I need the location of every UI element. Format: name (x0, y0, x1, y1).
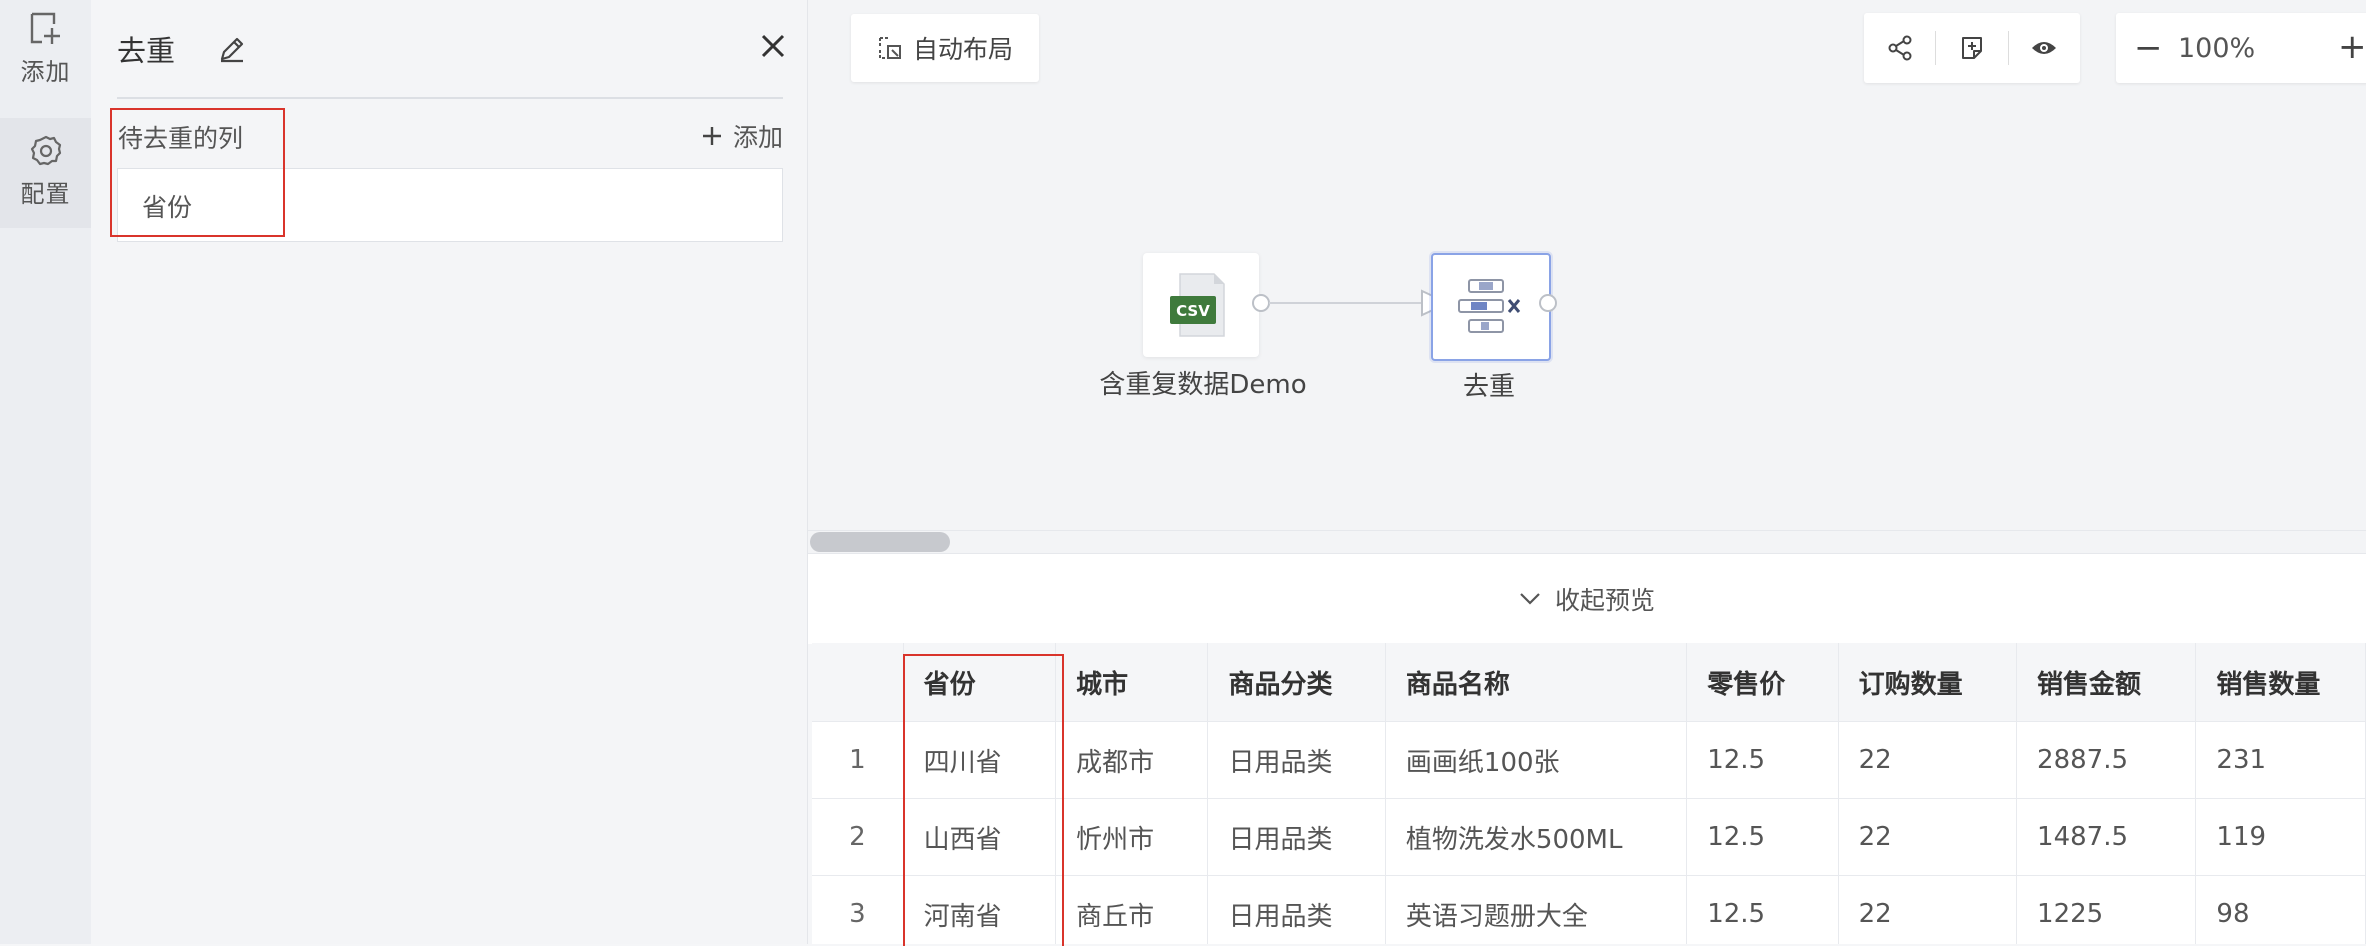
header-divider (117, 97, 783, 99)
table-cell: 画画纸100张 (1385, 721, 1688, 799)
panel-title: 去重 (117, 34, 176, 68)
config-panel: 去重 待去重的列 添加 省份 (91, 0, 808, 944)
table-cell: 2887.5 (2016, 721, 2197, 799)
table-cell: 商丘市 (1055, 875, 1209, 944)
connection-edge[interactable] (1269, 302, 1429, 304)
dedupe-columns-label: 待去重的列 (118, 124, 244, 153)
auto-layout-icon (878, 37, 901, 59)
preview-toggle-button[interactable] (2009, 13, 2080, 83)
table-row: 2 山西省 忻州市 日用品类 植物洗发水500ML 12.5 22 1487.5… (812, 798, 2366, 876)
eye-icon (2032, 42, 2057, 54)
table-cell: 日用品类 (1207, 721, 1386, 799)
flow-canvas[interactable]: 自动布局 − 100% + CSV 含重复数据Demo 去重 (808, 0, 2366, 553)
share-button[interactable] (1864, 13, 1935, 83)
table-cell: 119 (2195, 798, 2366, 876)
table-cell: 日用品类 (1207, 798, 1386, 876)
table-cell: 22 (1838, 798, 2018, 876)
table-cell: 四川省 (903, 721, 1057, 799)
rail-config-button[interactable]: 配置 (0, 118, 91, 228)
column-header (812, 643, 904, 722)
canvas-toolbar (1864, 13, 2080, 83)
preview-header: 收起预览 (808, 553, 2366, 644)
table-cell: 山西省 (903, 798, 1057, 876)
source-output-port[interactable] (1252, 294, 1270, 312)
table-cell: 231 (2195, 721, 2366, 799)
column-header[interactable]: 零售价 (1686, 643, 1839, 722)
table-row: 3 河南省 商丘市 日用品类 英语习题册大全 12.5 22 1225 98 (812, 875, 2366, 944)
rail-add-button[interactable]: 添加 (0, 0, 91, 100)
auto-layout-button[interactable]: 自动布局 (851, 14, 1039, 82)
data-table: 省份 城市 商品分类 商品名称 零售价 订购数量 销售金额 销售数量 1 四川省… (812, 643, 2366, 944)
column-header[interactable]: 订购数量 (1838, 643, 2018, 722)
table-cell: 1487.5 (2016, 798, 2197, 876)
table-cell: 12.5 (1686, 798, 1839, 876)
dedupe-icon (1458, 279, 1521, 333)
canvas-scrollbar[interactable] (808, 530, 2366, 553)
table-cell: 22 (1838, 721, 2018, 799)
column-header[interactable]: 销售金额 (2016, 643, 2197, 722)
dedupe-column-list[interactable]: 省份 (117, 168, 783, 242)
close-icon[interactable] (759, 32, 787, 60)
source-node-label: 含重复数据Demo (1099, 370, 1307, 400)
collapse-preview-label: 收起预览 (1554, 586, 1655, 615)
panel-header: 去重 (117, 26, 787, 74)
table-cell: 1225 (2016, 875, 2197, 944)
left-rail: 添加 配置 (0, 0, 91, 944)
auto-layout-label: 自动布局 (912, 35, 1013, 64)
table-cell: 忻州市 (1055, 798, 1209, 876)
zoom-control: − 100% + (2116, 13, 2366, 83)
row-index: 1 (812, 721, 904, 799)
add-column-label: 添加 (732, 123, 783, 152)
table-cell: 英语习题册大全 (1385, 875, 1688, 944)
table-cell: 98 (2195, 875, 2366, 944)
table-cell: 成都市 (1055, 721, 1209, 799)
table-cell: 日用品类 (1207, 875, 1386, 944)
zoom-in-button[interactable]: + (2338, 27, 2366, 67)
dedupe-node-label: 去重 (1462, 372, 1515, 402)
table-header-row: 省份 城市 商品分类 商品名称 零售价 订购数量 销售金额 销售数量 (812, 643, 2366, 722)
row-index: 2 (812, 798, 904, 876)
column-header[interactable]: 省份 (903, 643, 1057, 722)
plus-icon (702, 127, 721, 145)
canvas-scroll-thumb[interactable] (810, 532, 950, 552)
table-cell: 植物洗发水500ML (1385, 798, 1688, 876)
column-header[interactable]: 销售数量 (2195, 643, 2366, 722)
preview-table: 省份 城市 商品分类 商品名称 零售价 订购数量 销售金额 销售数量 1 四川省… (812, 643, 2366, 944)
table-cell: 12.5 (1686, 875, 1839, 944)
add-column-button[interactable]: 添加 (701, 118, 783, 154)
dedupe-output-port[interactable] (1539, 294, 1557, 312)
table-cell: 河南省 (903, 875, 1057, 944)
table-row: 1 四川省 成都市 日用品类 画画纸100张 12.5 22 2887.5 23… (812, 721, 2366, 799)
csv-file-icon: CSV (1170, 273, 1225, 337)
add-node-icon (30, 12, 60, 44)
add-note-button[interactable] (1936, 13, 2007, 83)
source-node[interactable]: CSV (1143, 253, 1259, 357)
table-cell: 22 (1838, 875, 2018, 944)
zoom-level: 100% (2178, 33, 2256, 64)
column-header[interactable]: 商品分类 (1207, 643, 1386, 722)
column-header[interactable]: 商品名称 (1385, 643, 1688, 722)
row-index: 3 (812, 875, 904, 944)
csv-badge: CSV (1176, 302, 1210, 320)
share-icon (1888, 35, 1912, 61)
dedupe-node[interactable] (1431, 253, 1551, 361)
rail-config-label: 配置 (20, 180, 71, 208)
table-cell: 12.5 (1686, 721, 1839, 799)
zoom-out-button[interactable]: − (2134, 28, 2163, 68)
add-note-icon (1962, 37, 1982, 59)
column-header[interactable]: 城市 (1055, 643, 1209, 722)
gear-icon (30, 135, 61, 166)
rail-add-label: 添加 (20, 58, 71, 86)
edit-pencil-icon[interactable] (217, 34, 247, 64)
column-chip[interactable]: 省份 (142, 188, 192, 224)
chevron-down-icon (1520, 593, 1540, 605)
collapse-preview-button[interactable]: 收起预览 (808, 554, 2366, 644)
